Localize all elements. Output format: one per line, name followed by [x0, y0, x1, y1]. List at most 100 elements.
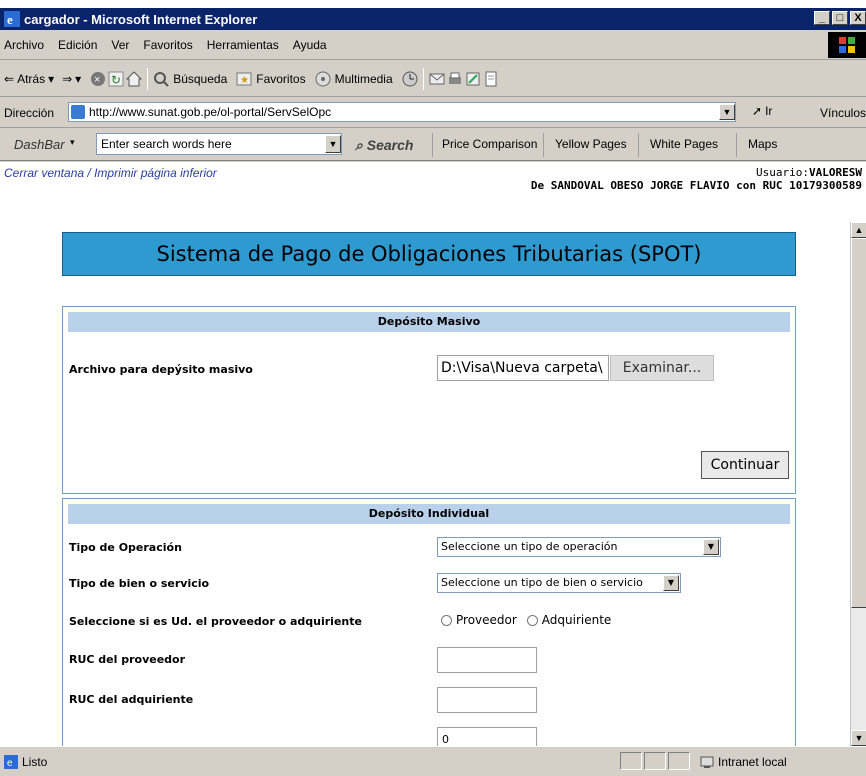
menu-edicion[interactable]: Edición: [58, 38, 97, 52]
print-icon[interactable]: [446, 70, 464, 88]
page-icon: [71, 105, 85, 119]
minimize-button[interactable]: _: [814, 11, 830, 25]
address-input[interactable]: http://www.sunat.gob.pe/ol-portal/ServSe…: [68, 102, 736, 122]
user-info: Usuario:VALORESW De SANDOVAL OBESO JORGE…: [531, 166, 862, 192]
favorites-button[interactable]: ★ Favoritos: [235, 70, 306, 88]
discuss-icon[interactable]: [482, 70, 500, 88]
dashbar-link-white-pages[interactable]: White Pages: [650, 137, 718, 151]
chevron-down-icon[interactable]: ▼: [663, 575, 679, 591]
search-icon: [154, 71, 169, 87]
status-cell: [644, 752, 666, 770]
stop-icon[interactable]: ×: [89, 70, 107, 88]
search-button[interactable]: Búsqueda: [152, 70, 227, 88]
media-button[interactable]: Multimedia: [314, 70, 393, 88]
close-window-link[interactable]: Cerrar ventana: [4, 166, 84, 180]
tipo-bien-select[interactable]: Seleccione un tipo de bien o servicio ▼: [437, 573, 681, 593]
mail-icon[interactable]: [428, 70, 446, 88]
dropdown-arrow-icon[interactable]: ▾: [48, 72, 54, 86]
user-value: VALORESW: [809, 166, 862, 179]
svg-text:e: e: [7, 758, 13, 769]
dashbar-link-maps[interactable]: Maps: [748, 137, 777, 151]
standard-toolbar: ⇐ Atrás ▾ ⇒ ▾ × ↻ Búsqueda ★ Favoritos M…: [0, 61, 866, 97]
svg-text:★: ★: [240, 75, 249, 86]
links-button[interactable]: Vínculos: [820, 106, 866, 120]
dashbar-link-yellow-pages[interactable]: Yellow Pages: [555, 137, 627, 151]
status-text: Listo: [22, 755, 48, 769]
refresh-icon[interactable]: ↻: [107, 70, 125, 88]
dashbar-toolbar: DashBar ▾ Enter search words here ▼ ⌕ Se…: [0, 129, 866, 161]
address-dropdown-icon[interactable]: ▼: [719, 104, 735, 120]
toolbar-separator: [422, 67, 424, 90]
chevron-down-icon[interactable]: ▼: [703, 539, 719, 555]
edit-icon[interactable]: [464, 70, 482, 88]
dashbar-separator: [543, 133, 544, 157]
print-lower-page-link[interactable]: Imprimir página inferior: [94, 166, 217, 180]
dashbar-search-placeholder: Enter search words here: [101, 137, 232, 151]
page-content: Cerrar ventana / Imprimir página inferio…: [0, 162, 866, 746]
monto-input[interactable]: 0: [437, 727, 537, 746]
title-bar: e cargador - Microsoft Internet Explorer…: [0, 8, 866, 30]
home-icon[interactable]: [125, 70, 143, 88]
ruc-adquiriente-input[interactable]: [437, 687, 537, 713]
status-bar: e Listo Intranet local: [0, 746, 866, 776]
scroll-up-icon[interactable]: ▲: [851, 222, 866, 238]
maximize-button[interactable]: □: [832, 11, 848, 25]
menu-ayuda[interactable]: Ayuda: [293, 38, 327, 52]
link-separator: /: [87, 166, 91, 180]
browse-button[interactable]: Examinar...: [610, 355, 714, 381]
dashbar-brand[interactable]: DashBar: [14, 137, 65, 152]
dashbar-dropdown-icon[interactable]: ▾: [70, 137, 75, 148]
windows-logo-icon: [828, 32, 866, 58]
menu-archivo[interactable]: Archivo: [4, 38, 44, 52]
go-arrow-icon: ➚: [752, 104, 763, 118]
ruc-proveedor-input[interactable]: [437, 647, 537, 673]
adquiriente-radio[interactable]: [526, 614, 538, 626]
user-label: Usuario:: [756, 166, 810, 179]
go-button[interactable]: ➚ Ir: [752, 104, 772, 118]
dashbar-search-input[interactable]: Enter search words here ▼: [96, 133, 342, 155]
top-links: Cerrar ventana / Imprimir página inferio…: [4, 166, 217, 180]
dropdown-arrow-icon[interactable]: ▾: [75, 72, 81, 86]
ruc-proveedor-label: RUC del proveedor: [69, 653, 186, 666]
menu-favoritos[interactable]: Favoritos: [143, 38, 192, 52]
dashbar-separator: [638, 133, 639, 157]
menu-ver[interactable]: Ver: [111, 38, 129, 52]
status-left: e Listo: [4, 755, 47, 769]
scroll-thumb[interactable]: [851, 238, 866, 608]
address-bar: Dirección http://www.sunat.gob.pe/ol-por…: [0, 98, 866, 128]
dashbar-link-price-comparison[interactable]: Price Comparison: [442, 137, 537, 151]
window-title: cargador - Microsoft Internet Explorer: [24, 11, 258, 27]
go-label: Ir: [765, 104, 773, 118]
forward-button[interactable]: ⇒ ▾: [62, 72, 81, 86]
search-label: Búsqueda: [173, 71, 228, 86]
masivo-file-input[interactable]: D:\Visa\Nueva carpeta\: [437, 355, 609, 381]
adquiriente-label: Adquiriente: [541, 613, 612, 627]
close-button[interactable]: X: [850, 11, 866, 25]
menu-herramientas[interactable]: Herramientas: [207, 38, 279, 52]
rol-label: Seleccione si es Ud. el proveedor o adqu…: [69, 615, 362, 628]
svg-text:×: ×: [94, 74, 100, 86]
masivo-panel: Depósito Masivo Archivo para depýsito ma…: [62, 306, 796, 494]
dashbar-separator: [736, 133, 737, 157]
dashbar-search-button[interactable]: ⌕ Search: [355, 137, 413, 154]
dashbar-search-dropdown-icon[interactable]: ▼: [325, 135, 341, 153]
dashbar-separator: [432, 133, 433, 157]
forward-arrow-icon: ⇒: [62, 71, 73, 86]
back-button[interactable]: ⇐ Atrás ▾: [4, 72, 54, 86]
scroll-down-icon[interactable]: ▼: [851, 730, 866, 746]
ie-logo-icon: e: [4, 11, 20, 27]
history-icon[interactable]: [401, 70, 419, 88]
status-cell: [620, 752, 642, 770]
proveedor-radio[interactable]: [441, 614, 452, 626]
zone-label: Intranet local: [718, 755, 787, 769]
dashbar-search-label: Search: [366, 137, 414, 153]
tipo-bien-value: Seleccione un tipo de bien o servicio: [441, 576, 643, 589]
vertical-scrollbar[interactable]: ▲ ▼: [850, 222, 866, 746]
intranet-icon: [700, 756, 714, 768]
tipo-operacion-select[interactable]: Seleccione un tipo de operación ▼: [437, 537, 721, 557]
continue-button[interactable]: Continuar: [701, 451, 789, 479]
media-icon: [315, 71, 331, 86]
tipo-bien-label: Tipo de bien o servicio: [69, 577, 210, 590]
address-url: http://www.sunat.gob.pe/ol-portal/ServSe…: [89, 105, 332, 119]
proveedor-label: Proveedor: [456, 613, 517, 627]
